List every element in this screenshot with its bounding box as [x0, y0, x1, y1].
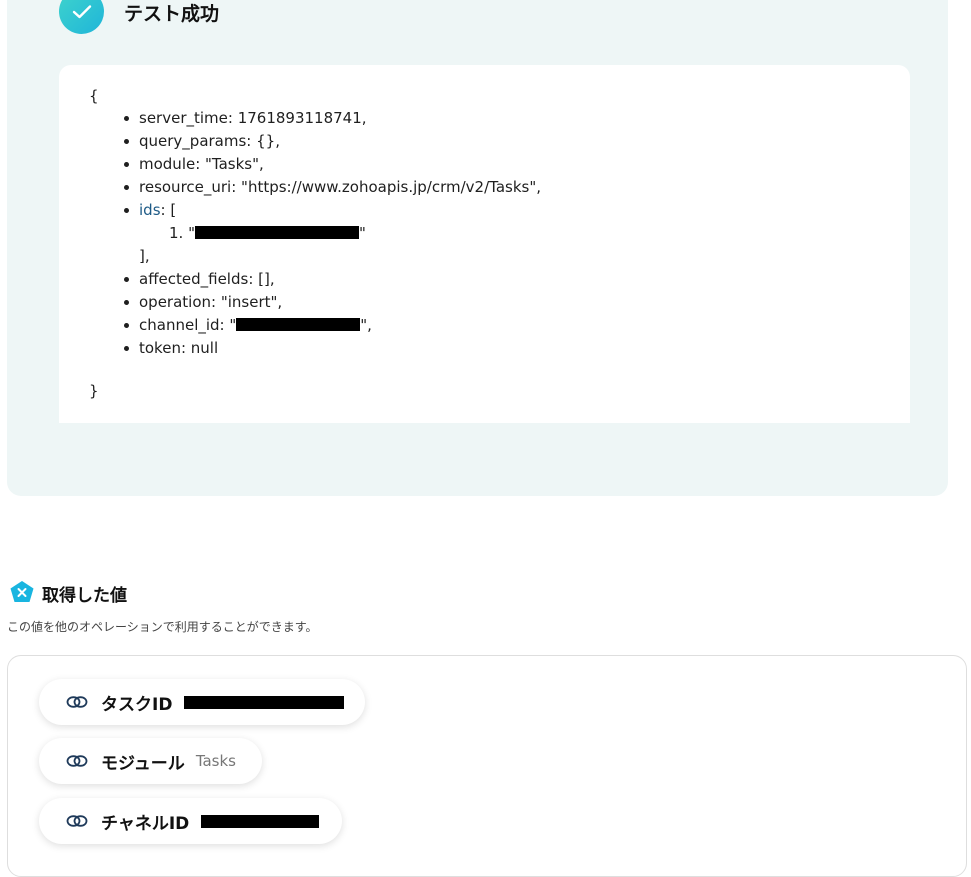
value-chip-value: Tasks	[195, 752, 237, 770]
redacted-block	[236, 318, 361, 331]
test-success-panel: テスト成功 { server_time: 1761893118741, quer…	[7, 0, 948, 496]
redacted-value	[184, 695, 345, 709]
bullet-icon	[124, 162, 129, 167]
check-icon	[59, 0, 104, 34]
json-field-query-params: query_params: {},	[139, 132, 280, 150]
link-icon	[66, 814, 88, 828]
ids-open: : [	[160, 201, 177, 219]
json-close-brace: }	[89, 382, 99, 400]
bullet-icon	[124, 323, 129, 328]
bullet-icon	[124, 208, 129, 213]
bullet-icon	[124, 185, 129, 190]
json-field-operation: operation: "insert",	[139, 293, 283, 311]
json-ids-close: ],	[139, 247, 150, 265]
yoom-variable-icon	[9, 580, 35, 608]
json-field-server-time: server_time: 1761893118741,	[139, 109, 367, 127]
link-icon	[66, 754, 88, 768]
value-chip-module[interactable]: モジュール Tasks	[39, 738, 262, 784]
ids-key-link[interactable]: ids	[139, 201, 161, 219]
json-field-ids: ids: [	[139, 199, 176, 222]
value-chip-task-id[interactable]: タスクID	[39, 679, 365, 725]
success-title: テスト成功	[124, 3, 220, 25]
bullet-icon	[124, 139, 129, 144]
bullet-icon	[124, 116, 129, 121]
value-chip-channel-id[interactable]: チャネルID	[39, 798, 342, 844]
redacted-block	[194, 226, 359, 239]
json-field-resource-uri: resource_uri: "https://www.zohoapis.jp/c…	[139, 178, 541, 196]
channel-prefix: channel_id: "	[139, 316, 237, 334]
acquired-values-title: 取得した値	[42, 586, 127, 606]
channel-suffix: ",	[360, 316, 372, 334]
ids-item-prefix: 1. "	[169, 224, 195, 242]
ids-item-suffix: "	[358, 224, 366, 242]
json-ids-item: 1. " "	[169, 222, 366, 245]
json-field-channel-id: channel_id: " ",	[139, 314, 372, 337]
value-chip-label: タスクID	[101, 694, 173, 715]
redacted-value	[201, 814, 320, 828]
value-chip-label: チャネルID	[101, 813, 190, 834]
bullet-icon	[124, 277, 129, 282]
json-output: { server_time: 1761893118741, query_para…	[59, 65, 910, 423]
bullet-icon	[124, 346, 129, 351]
acquired-values-box: タスクID モジュール Tasks チャネルID	[7, 655, 967, 877]
json-field-affected-fields: affected_fields: [],	[139, 270, 275, 288]
bullet-icon	[124, 300, 129, 305]
link-icon	[66, 695, 88, 709]
json-field-token: token: null	[139, 339, 219, 357]
json-field-module: module: "Tasks",	[139, 155, 264, 173]
value-chip-label: モジュール	[101, 753, 185, 774]
acquired-values-description: この値を他のオペレーションで利用することができます。	[7, 620, 318, 634]
json-open-brace: {	[89, 87, 99, 105]
